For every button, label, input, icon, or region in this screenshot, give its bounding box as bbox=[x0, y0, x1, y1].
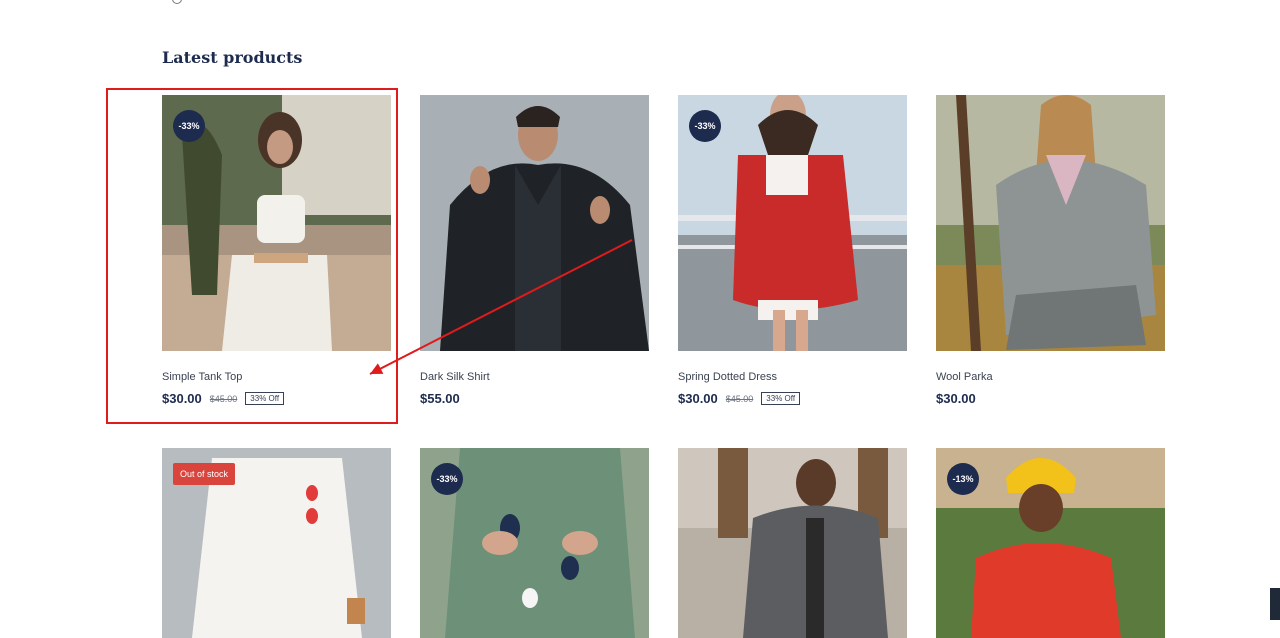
product-card[interactable]: Wool Parka $30.00 bbox=[936, 95, 1165, 406]
product-card[interactable]: -13% bbox=[936, 448, 1165, 638]
product-image[interactable] bbox=[678, 448, 907, 638]
product-card[interactable]: -33% Spring Dotted Dress $30.00 $45.00 3… bbox=[678, 95, 907, 406]
product-card[interactable]: Dark Silk Shirt $55.00 bbox=[420, 95, 649, 406]
price-row: $30.00 $45.00 33% Off bbox=[678, 391, 801, 406]
product-name[interactable]: Wool Parka bbox=[936, 371, 993, 383]
product-name[interactable]: Spring Dotted Dress bbox=[678, 371, 777, 383]
discount-badge: -13% bbox=[947, 463, 979, 495]
product-image[interactable] bbox=[936, 95, 1165, 351]
discount-badge: -33% bbox=[431, 463, 463, 495]
product-image[interactable] bbox=[420, 95, 649, 351]
product-image[interactable]: -13% bbox=[936, 448, 1165, 638]
scroll-to-top-handle[interactable] bbox=[1270, 588, 1280, 620]
product-image[interactable]: -33% bbox=[678, 95, 907, 351]
product-image[interactable]: -33% bbox=[420, 448, 649, 638]
annotation-highlight-box bbox=[106, 88, 398, 424]
price-row: $30.00 bbox=[936, 391, 976, 406]
out-of-stock-badge: Out of stock bbox=[173, 463, 236, 485]
cropped-top-icon bbox=[172, 0, 182, 4]
product-card[interactable]: -33% bbox=[420, 448, 649, 638]
discount-label: 33% Off bbox=[761, 392, 801, 405]
section-title: Latest products bbox=[162, 48, 303, 67]
discount-badge: -33% bbox=[689, 110, 721, 142]
product-card[interactable] bbox=[678, 448, 907, 638]
product-image[interactable]: Out of stock bbox=[162, 448, 391, 638]
old-price: $45.00 bbox=[725, 393, 754, 404]
product-card[interactable]: Out of stock bbox=[162, 448, 391, 638]
product-price: $30.00 bbox=[936, 391, 976, 406]
product-name[interactable]: Dark Silk Shirt bbox=[420, 371, 490, 383]
product-price: $55.00 bbox=[420, 391, 460, 406]
price-row: $55.00 bbox=[420, 391, 460, 406]
product-price: $30.00 bbox=[678, 391, 718, 406]
